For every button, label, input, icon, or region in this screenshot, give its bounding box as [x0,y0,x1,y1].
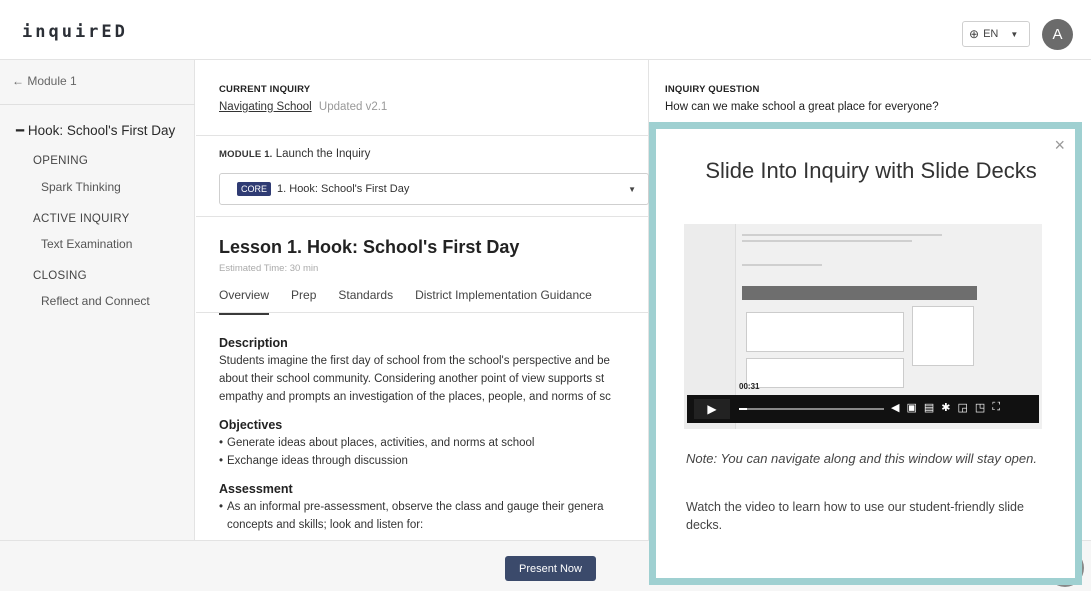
module-label: MODULE 1. [219,149,273,160]
back-to-module-link[interactable]: ← Module 1 [12,74,77,88]
objectives-heading: Objectives [219,418,283,432]
chevron-down-icon: ▼ [628,185,636,194]
current-inquiry-link[interactable]: Navigating School [219,101,312,113]
module-name: Launch the Inquiry [275,148,371,160]
lesson-select[interactable]: CORE 1. Hook: School's First Day ▼ [219,173,649,205]
assessment-heading: Assessment [219,482,293,496]
video-thumbnail-line [742,264,822,266]
sidebar: ← Module 1 ━ Hook: School's First Day OP… [0,60,195,540]
sidebar-section-opening: OPENING [33,155,89,167]
present-now-button[interactable]: Present Now [505,556,596,581]
estimated-time: Estimated Time: 30 min [219,263,319,274]
lesson-overview: Description Students imagine the first d… [219,334,649,540]
video-controls: 00:31 ▶ ◀ ▣ ▤ ✱ ◲ ◳ ⛶ [687,382,1039,423]
lesson-title: Lesson 1. Hook: School's First Day [219,237,520,257]
cast-icon[interactable]: ◲ [958,401,968,414]
assessment-list: As an informal pre-assessment, observe t… [219,498,649,534]
list-item: Generate ideas about places, activities,… [219,434,649,452]
video-thumbnail-line [742,240,912,242]
modal-body: Watch the video to learn how to use our … [686,500,1024,532]
video-progress-fill [739,408,747,410]
sidebar-item-spark-thinking[interactable]: Spark Thinking [41,180,121,194]
chevron-down-icon: ▼ [1010,29,1019,39]
current-inquiry: Navigating School Updated v2.1 [219,101,387,113]
description-heading: Description [219,336,288,350]
current-inquiry-label: CURRENT INQUIRY [219,84,311,95]
video-thumbnail-card [746,312,904,352]
sidebar-item-reflect-and-connect[interactable]: Reflect and Connect [41,294,150,308]
sidebar-section-active-inquiry: ACTIVE INQUIRY [33,213,130,225]
lesson-tabs: Overview Prep Standards District Impleme… [219,288,592,315]
top-bar: inquirED ⊕ EN ▼ A [0,0,1091,60]
avatar[interactable]: A [1042,19,1073,50]
video-thumbnail-line [742,234,942,236]
inquiry-question: How can we make school a great place for… [665,101,939,113]
video-thumbnail-bar [742,286,977,300]
globe-icon: ⊕ [969,27,980,41]
inquiry-question-label: INQUIRY QUESTION [665,84,760,95]
modal-note: Note: You can navigate along and this wi… [686,451,1037,466]
video-time: 00:31 [739,382,760,391]
divider [196,312,648,313]
description-line: empathy and prompts an investigation of … [219,391,611,403]
video-player[interactable]: 00:31 ▶ ◀ ▣ ▤ ✱ ◲ ◳ ⛶ [684,224,1042,429]
tab-prep[interactable]: Prep [291,288,316,315]
close-icon[interactable]: × [1054,135,1065,156]
module-heading: MODULE 1. Launch the Inquiry [219,148,370,160]
video-control-icons: ◀ ▣ ▤ ✱ ◲ ◳ ⛶ [891,401,1000,414]
language-label: EN [983,28,999,40]
sidebar-section-closing: CLOSING [33,270,87,282]
sidebar-current-lesson[interactable]: ━ Hook: School's First Day [16,123,175,139]
volume-icon[interactable]: ◀ [891,401,899,414]
transcript-icon[interactable]: ▤ [924,401,934,414]
picture-in-picture-icon[interactable]: ◳ [975,401,985,414]
video-thumbnail-card [912,306,974,366]
tab-standards[interactable]: Standards [338,288,393,315]
divider [0,104,195,105]
version-text: Updated v2.1 [318,101,388,113]
description-line: Students imagine the first day of school… [219,355,610,367]
core-badge: CORE [237,182,272,196]
tab-overview[interactable]: Overview [219,288,270,315]
divider [196,216,648,217]
video-progress-track[interactable] [739,408,884,410]
modal-title: Slide Into Inquiry with Slide Decks [705,158,1037,183]
slide-decks-modal: × Slide Into Inquiry with Slide Decks 00… [649,122,1082,585]
divider [196,135,648,136]
collapse-icon: ━ [16,123,28,138]
video-thumbnail-card [746,358,904,388]
language-selector[interactable]: ⊕ EN ▼ [962,21,1030,47]
play-icon[interactable]: ▶ [694,399,730,419]
logo[interactable]: inquirED [22,22,128,42]
settings-icon[interactable]: ✱ [941,401,950,414]
list-item: Exchange ideas through discussion [219,452,649,470]
captions-icon[interactable]: ▣ [906,401,916,414]
list-item: As an informal pre-assessment, observe t… [219,498,649,534]
tab-district-implementation-guidance[interactable]: District Implementation Guidance [415,288,592,315]
objectives-list: Generate ideas about places, activities,… [219,434,649,470]
lesson-select-value: 1. Hook: School's First Day [277,183,410,195]
sidebar-item-text-examination[interactable]: Text Examination [41,237,132,251]
fullscreen-icon[interactable]: ⛶ [992,401,1000,414]
description-line: about their school community. Considerin… [219,373,605,385]
